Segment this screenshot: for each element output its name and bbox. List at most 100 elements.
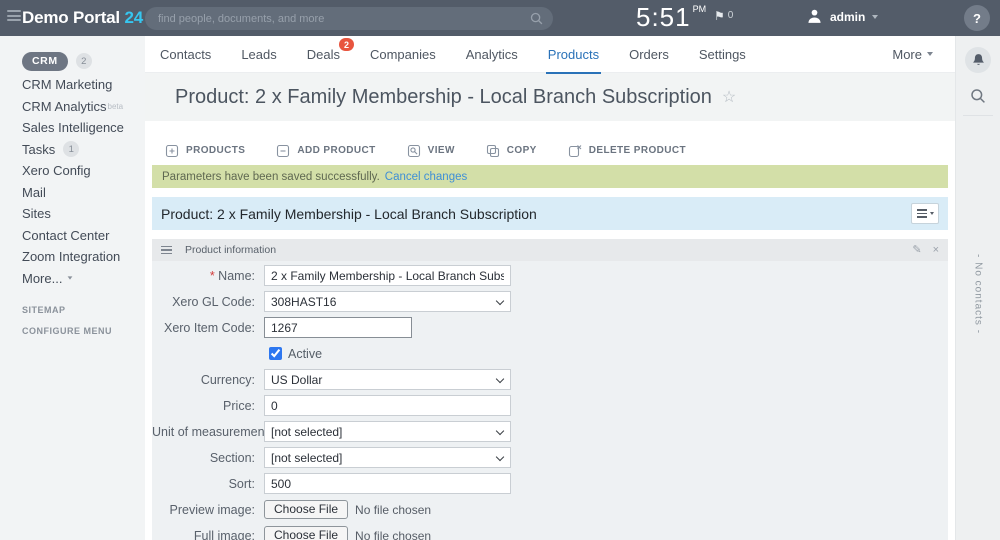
sidebar-item-more[interactable]: More... <box>22 268 145 290</box>
form-row-xero-gl-code: Xero GL Code: 308HAST16 <box>152 291 948 312</box>
preview-image-label: Preview image: <box>152 503 264 517</box>
tabs-more-button[interactable]: More <box>892 47 933 62</box>
price-label: Price: <box>152 399 264 413</box>
delete-product-button[interactable]: DELETE PRODUCT <box>568 144 686 158</box>
menu-lines-icon <box>917 209 927 218</box>
products-button[interactable]: PRODUCTS <box>165 144 245 158</box>
tab-orders[interactable]: Orders <box>614 36 684 72</box>
price-input[interactable] <box>264 395 511 416</box>
form-row-full-image: Full image: Choose File No file chosen <box>152 525 948 540</box>
title-band: Product: 2 x Family Membership - Local B… <box>145 73 955 121</box>
section-header: Product information ✎ × <box>152 239 948 261</box>
tab-companies[interactable]: Companies <box>355 36 451 72</box>
preview-file-status: No file chosen <box>355 503 431 517</box>
beta-tag: beta <box>108 102 124 111</box>
tab-leads[interactable]: Leads <box>226 36 291 72</box>
edit-pencil-icon[interactable]: ✎ <box>912 245 921 256</box>
chevron-down-icon <box>872 15 878 19</box>
tab-deals[interactable]: Deals2 <box>292 36 355 72</box>
crm-pill: CRM <box>22 52 68 71</box>
form-row-active: Active <box>152 343 948 364</box>
tab-contacts[interactable]: Contacts <box>145 36 226 72</box>
tab-settings[interactable]: Settings <box>684 36 761 72</box>
favorite-star-icon[interactable]: ☆ <box>722 87 736 107</box>
product-panel-header: Product: 2 x Family Membership - Local B… <box>152 197 948 230</box>
product-information-section: Product information ✎ × * Name: Xero GL … <box>152 239 948 540</box>
copy-button[interactable]: COPY <box>486 144 537 158</box>
cancel-changes-link[interactable]: Cancel changes <box>385 171 467 183</box>
no-contacts-message: - No contacts - <box>973 254 984 334</box>
planner-button[interactable]: ⚑0 <box>714 9 733 23</box>
portal-logo[interactable]: Demo Portal 24 <box>22 8 143 28</box>
sidebar-item-xero-config[interactable]: Xero Config <box>22 160 145 182</box>
deals-count-badge: 2 <box>339 38 354 51</box>
add-product-icon <box>276 144 290 158</box>
sidebar-item-contact-center[interactable]: Contact Center <box>22 225 145 247</box>
xero-gl-code-label: Xero GL Code: <box>152 295 264 309</box>
main-content: Contacts Leads Deals2 Companies Analytic… <box>145 36 955 540</box>
sidebar-item-crm-marketing[interactable]: CRM Marketing <box>22 74 145 96</box>
full-file-status: No file chosen <box>355 529 431 540</box>
copy-icon <box>486 144 500 158</box>
currency-select[interactable]: US Dollar <box>264 369 511 390</box>
sidebar-item-crm-analytics[interactable]: CRM Analyticsbeta <box>22 96 145 118</box>
help-button[interactable]: ? <box>964 5 990 31</box>
sitemap-link[interactable]: SITEMAP <box>22 305 145 315</box>
crm-badge: 2 <box>76 53 92 69</box>
required-mark: * <box>210 269 215 283</box>
tasks-badge: 1 <box>63 141 79 157</box>
add-product-button[interactable]: ADD PRODUCT <box>276 144 375 158</box>
form-row-section: Section: [not selected] <box>152 447 948 468</box>
sidebar-footer: SITEMAP CONFIGURE MENU <box>0 289 145 336</box>
search-input[interactable] <box>145 7 553 30</box>
form-row-currency: Currency: US Dollar <box>152 369 948 390</box>
form-row-xero-item-code: Xero Item Code: <box>152 317 948 338</box>
product-panel-title: Product: 2 x Family Membership - Local B… <box>161 206 537 222</box>
search-icon <box>530 12 543 25</box>
sidebar-item-sites[interactable]: Sites <box>22 203 145 225</box>
delete-product-icon <box>568 144 582 158</box>
chevron-down-icon <box>68 277 73 280</box>
unit-label: Unit of measurement: <box>152 425 264 439</box>
sidebar-item-tasks[interactable]: Tasks1 <box>22 139 145 161</box>
rail-search-icon[interactable] <box>970 88 986 104</box>
view-icon <box>407 144 421 158</box>
close-icon[interactable]: × <box>933 245 939 256</box>
sort-input[interactable] <box>264 473 511 494</box>
notifications-button[interactable] <box>965 47 991 73</box>
full-choose-file-button[interactable]: Choose File <box>264 526 348 540</box>
user-menu[interactable]: admin <box>806 8 878 25</box>
tab-products[interactable]: Products <box>533 36 614 72</box>
xero-item-code-input[interactable] <box>264 317 412 338</box>
sidebar-item-zoom-integration[interactable]: Zoom Integration <box>22 246 145 268</box>
unit-select[interactable]: [not selected] <box>264 421 511 442</box>
global-search[interactable] <box>145 7 553 30</box>
active-checkbox[interactable] <box>269 347 282 360</box>
section-select-wrap: [not selected] <box>264 447 511 468</box>
notice-text: Parameters have been saved successfully. <box>162 171 380 183</box>
form-row-unit: Unit of measurement: [not selected] <box>152 421 948 442</box>
xero-gl-code-select[interactable]: 308HAST16 <box>264 291 511 312</box>
xero-gl-code-select-wrap: 308HAST16 <box>264 291 511 312</box>
name-input[interactable] <box>264 265 511 286</box>
tab-analytics[interactable]: Analytics <box>451 36 533 72</box>
rail-divider <box>963 115 993 116</box>
top-bar: Demo Portal 24 5:51PM ⚑0 admin ? <box>0 0 1000 36</box>
form-row-name: * Name: <box>152 265 948 286</box>
menu-icon[interactable] <box>7 10 21 24</box>
sidebar-item-sales-intelligence[interactable]: Sales Intelligence <box>22 117 145 139</box>
brand-accent: 24 <box>124 8 143 27</box>
panel-menu-button[interactable] <box>911 203 939 224</box>
form-row-preview-image: Preview image: Choose File No file chose… <box>152 499 948 520</box>
currency-select-wrap: US Dollar <box>264 369 511 390</box>
section-select[interactable]: [not selected] <box>264 447 511 468</box>
sidebar-item-crm[interactable]: CRM 2 <box>22 48 145 74</box>
section-label: Section: <box>152 451 264 465</box>
drag-handle-icon[interactable] <box>161 246 172 255</box>
view-button[interactable]: VIEW <box>407 144 455 158</box>
configure-menu-link[interactable]: CONFIGURE MENU <box>22 326 145 336</box>
clock-meridiem: PM <box>693 4 707 14</box>
clock[interactable]: 5:51PM <box>636 2 706 33</box>
preview-choose-file-button[interactable]: Choose File <box>264 500 348 519</box>
sidebar-item-mail[interactable]: Mail <box>22 182 145 204</box>
